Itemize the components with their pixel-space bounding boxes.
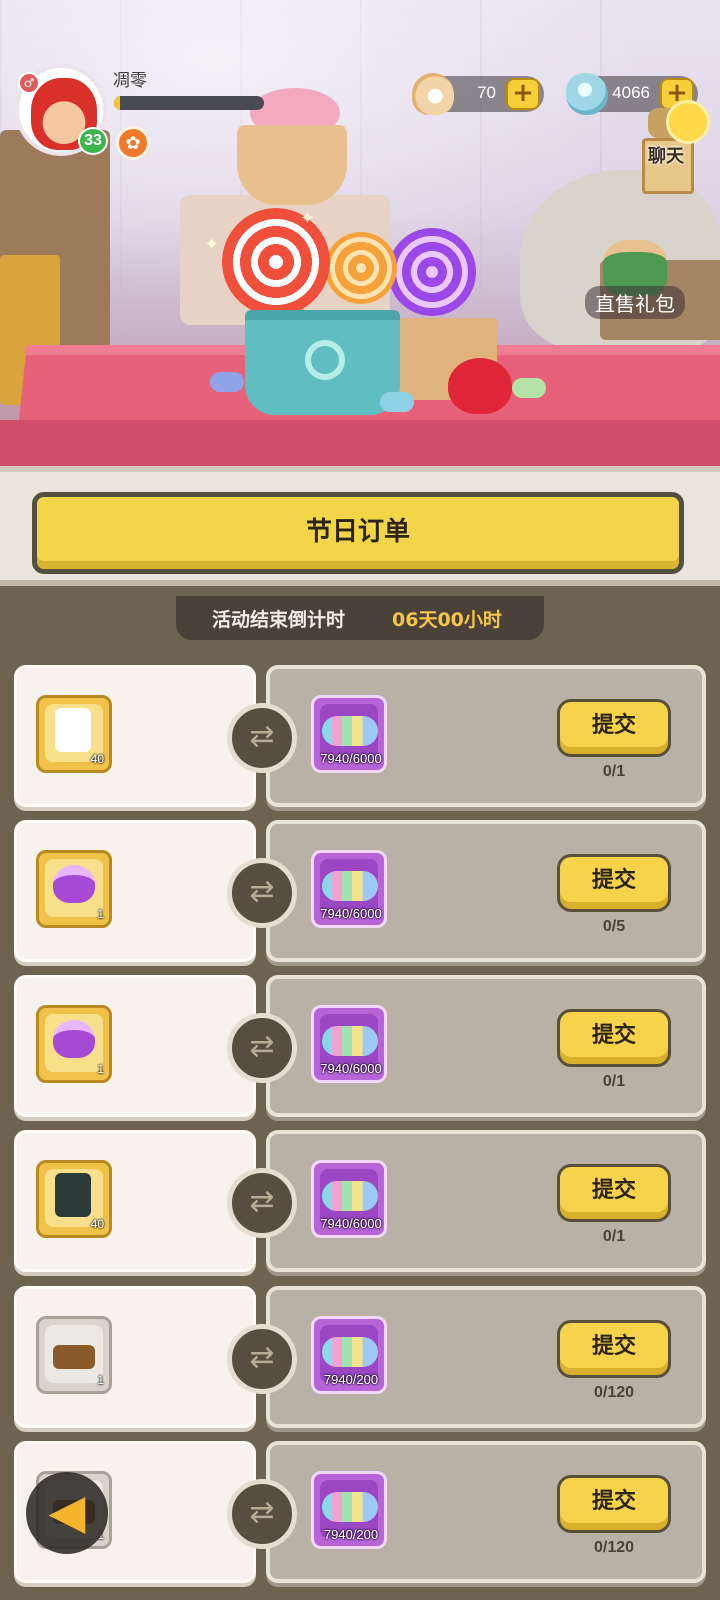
shell-currency: 70 + [412,73,544,115]
reward-quantity: 40 [90,752,104,766]
add-shell-button[interactable]: + [506,78,540,110]
red-heart [448,358,512,414]
gender-badge-icon: ♂ [18,72,40,94]
order-row: 1 ⇄ 7940/200 提交 0/120 [0,1286,720,1434]
gift-pack-label: 直售礼包 [585,286,685,319]
order-progress: 0/5 [602,918,626,935]
order-progress: 0/120 [593,1384,635,1401]
exchange-arrows-icon: ⇄ [227,1479,297,1549]
reward-slot[interactable]: 40 [36,1160,112,1238]
event-title: 节日订单 [305,517,410,547]
cost-amount: 7940/6000 [320,1061,382,1076]
reward-slot[interactable]: 1 [36,1316,112,1394]
gift-pack-button[interactable]: 直售礼包 [585,240,695,320]
cost-amount: 7940/200 [323,1527,379,1542]
sparkle-icon: ✦ [300,208,316,229]
exp-bar [114,96,264,110]
wrapped-candy [512,378,546,398]
submit-button[interactable]: 提交 [557,1320,671,1378]
order-progress: 0/1 [602,1073,626,1090]
smiley-icon [666,100,710,144]
back-arrow-button[interactable]: ◀ [26,1472,108,1554]
countdown-value: 06天00小时 [392,609,502,631]
reward-slot[interactable]: 1 [36,850,112,928]
order-row: 40 ⇄ 7940/6000 提交 0/1 [0,665,720,813]
reward-quantity: 1 [97,1373,104,1387]
event-title-banner: 节日订单 [32,492,684,574]
cost-amount: 7940/6000 [320,751,382,766]
cost-amount: 7940/6000 [320,906,382,921]
character-card-icon [55,708,91,752]
shell-amount: 70 [477,83,496,102]
reward-quantity: 40 [90,1217,104,1231]
reward-quantity: 1 [97,907,104,921]
exchange-arrows-icon: ⇄ [227,858,297,928]
purple-bag-icon [53,865,95,903]
gem-icon [566,73,608,115]
penguin-card-icon [55,1173,91,1217]
orange-lollipop [325,232,397,304]
order-progress: 0/120 [593,1539,635,1556]
cost-amount: 7940/200 [323,1372,379,1387]
candy-icon [322,1492,378,1522]
wrapped-candy [380,392,414,412]
submit-button[interactable]: 提交 [557,699,671,757]
cost-slot[interactable]: 7940/200 [311,1471,387,1549]
exchange-arrows-icon: ⇄ [227,1013,297,1083]
reward-slot[interactable]: 40 [36,695,112,773]
order-progress: 0/1 [602,1228,626,1245]
countdown-label: 活动结束倒计时 [212,609,346,631]
vip-icon[interactable]: ✿ [116,126,150,160]
wrapped-candy [210,372,244,392]
player-name: 凋零 [113,71,147,91]
reward-slot[interactable]: 1 [36,1005,112,1083]
exchange-arrows-icon: ⇄ [227,703,297,773]
heart-basket [237,125,347,205]
shell-icon [412,73,454,115]
cost-slot[interactable]: 7940/200 [311,1316,387,1394]
cost-amount: 7940/6000 [320,1216,382,1231]
order-row: 1 ⇄ 7940/200 提交 0/120 [0,1441,720,1589]
purple-lollipop [388,228,476,316]
candy-icon [322,716,378,746]
cost-slot[interactable]: 7940/6000 [311,1005,387,1083]
chat-label: 聊天 [648,146,684,167]
submit-button[interactable]: 提交 [557,1009,671,1067]
player-level: 33 [78,127,108,155]
order-row: 1 ⇄ 7940/6000 提交 0/5 [0,820,720,968]
candy-icon [322,871,378,901]
candy-icon [322,1181,378,1211]
order-row: 40 ⇄ 7940/6000 提交 0/1 [0,1130,720,1278]
chat-button[interactable]: 聊天 [640,92,712,202]
food-tray-icon [53,1345,95,1369]
submit-button[interactable]: 提交 [557,1164,671,1222]
exchange-arrows-icon: ⇄ [227,1324,297,1394]
purple-bag-icon [53,1020,95,1058]
candy-icon [322,1026,378,1056]
submit-button[interactable]: 提交 [557,1475,671,1533]
cost-slot[interactable]: 7940/6000 [311,695,387,773]
reward-quantity: 1 [97,1062,104,1076]
sparkle-icon: ✦ [204,234,220,255]
order-progress: 0/1 [602,763,626,780]
exchange-arrows-icon: ⇄ [227,1168,297,1238]
submit-button[interactable]: 提交 [557,854,671,912]
countdown-bar: 活动结束倒计时 06天00小时 [176,596,544,640]
cost-slot[interactable]: 7940/6000 [311,850,387,928]
candy-icon [322,1337,378,1367]
heart-emblem [305,340,345,380]
cost-slot[interactable]: 7940/6000 [311,1160,387,1238]
order-row: 1 ⇄ 7940/6000 提交 0/1 [0,975,720,1123]
event-scene: ✦ ✦ [0,0,720,472]
